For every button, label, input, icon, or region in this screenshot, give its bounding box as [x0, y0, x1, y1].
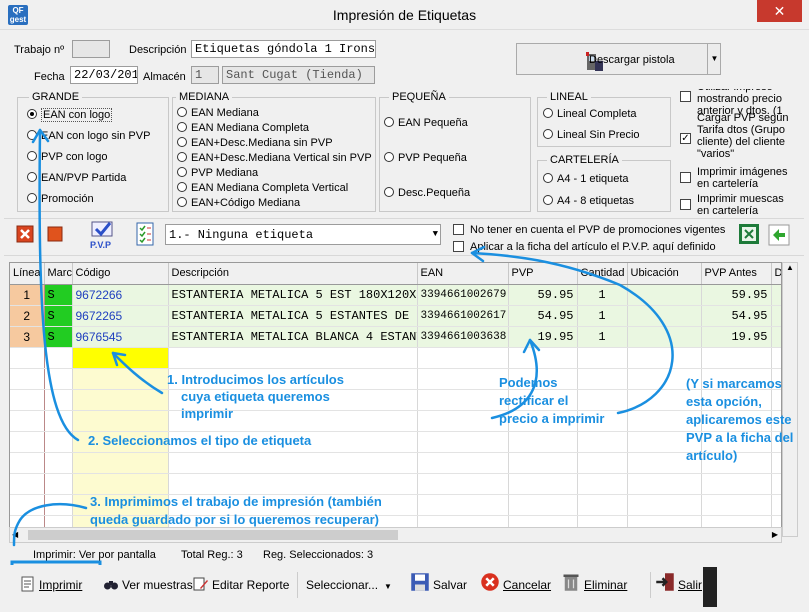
annotation-aplicar-line3: aplicaremos este: [686, 412, 792, 427]
bottom-toolbar: Imprimir Ver muestras Editar Reporte Sel…: [0, 565, 809, 612]
annotation-aplicar-line4: PVP a la ficha del: [686, 430, 794, 445]
annotation-step3-line2: queda guardado por si lo queremos recupe…: [90, 512, 379, 527]
annotation-pvp-line2: rectificar el: [499, 393, 569, 408]
cancel-icon: [481, 573, 499, 591]
annotation-step1-line2: cuya etiqueta queremos: [181, 389, 330, 404]
salir-button[interactable]: Salir: [650, 572, 702, 598]
annotation-aplicar-line1: (Y si marcamos: [686, 376, 782, 391]
status-imprimir: Imprimir: Ver por pantalla: [33, 549, 156, 561]
cancelar-button[interactable]: Cancelar: [480, 572, 551, 598]
annotation-step1-line1: 1. Introducimos los artículos: [167, 372, 344, 387]
annotation-aplicar-line2: esta opción,: [686, 394, 762, 409]
status-bar: Imprimir: Ver por pantalla Total Reg.: 3…: [0, 546, 809, 564]
salvar-button[interactable]: Salvar: [410, 572, 467, 598]
seleccionar-dropdown[interactable]: Seleccionar... ▼: [297, 572, 392, 598]
annotation-pvp-line3: precio a imprimir: [499, 411, 605, 426]
status-seleccionados: Reg. Seleccionados: 3: [263, 549, 374, 561]
binoculars-icon: [104, 581, 118, 590]
editar-reporte-button[interactable]: Editar Reporte: [193, 572, 289, 598]
document-icon: [21, 576, 34, 592]
trash-icon: [563, 574, 579, 591]
exit-icon: [656, 573, 674, 591]
chevron-down-icon: ▼: [384, 582, 392, 591]
annotation-step1-line3: imprimir: [181, 406, 234, 421]
status-total: Total Reg.: 3: [181, 549, 243, 561]
eliminar-button[interactable]: Eliminar: [561, 572, 627, 598]
edit-report-icon: [193, 577, 208, 591]
annotation-step3-line1: 3. Imprimimos el trabajo de impresión (t…: [90, 494, 382, 509]
annotation-pvp-line1: Podemos: [499, 375, 558, 390]
save-icon: [411, 573, 429, 591]
imprimir-button[interactable]: Imprimir: [20, 572, 82, 598]
annotation-aplicar-line5: artículo): [686, 448, 738, 463]
resize-grip: [703, 567, 717, 607]
ver-muestras-button[interactable]: Ver muestras: [103, 572, 193, 598]
annotation-step2: 2. Seleccionamos el tipo de etiqueta: [88, 433, 312, 448]
